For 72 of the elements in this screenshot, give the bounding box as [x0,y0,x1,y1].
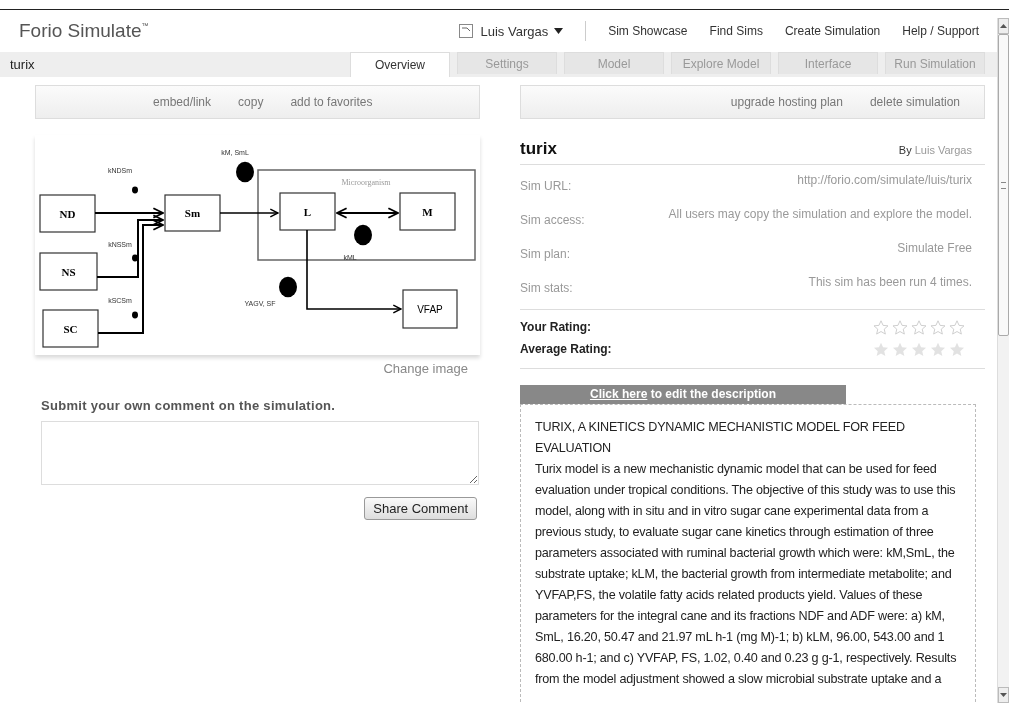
rate-dot-icon [354,224,372,246]
rate-dot-icon [132,254,138,262]
action-link[interactable]: copy [238,95,264,109]
description-text: Turix model is a new mechanistic dynamic model that can be used for feed evaluation under tropical conditions. The objective of this study was to use this model, along with in situ and in vitro sugar cane experimental data from a previous study, to evaluate sugar cane kinetics through estimation of three parameters associated with ruminal bacterial growth which were: kM,SmL, the substrate uptake; kLM, the bacterial growth from intermediate metabolite; and YVFAP,FS, the volatile fatty acids related products yield. Values of these parameters for the integral cane and its fractions NDF and ADF were: a) kM, SmL, 16.20, 50.47 and 21.97 mL h-1 (mg M)-1; b) kLM, 96.00, 543.00 and 1 680.00 h-1; and c) YVFAP, FS, 1.02, 0.40 and 0.23 g g-1, respectively. Results from the model adjustment showed a slow microbial substrate uptake and a [535,461,957,688]
user-menu[interactable]: Luis Vargas [480,23,564,39]
star-icon [949,319,965,335]
star-icon [892,341,908,357]
rate-dot-icon [132,311,138,319]
field-label: Sim stats: [520,280,573,297]
scroll-down-icon [1000,693,1007,697]
tab[interactable]: Run Simulation [885,52,985,74]
edit-description-text: to edit the description [649,387,776,401]
comment-field[interactable] [41,421,479,485]
tab[interactable]: Interface [778,52,878,74]
tab[interactable]: Overview [350,52,450,77]
scroll-up-icon [1000,24,1007,28]
rating-label: Your Rating: [520,320,592,334]
frame-label: Microorganism [341,178,391,187]
rate-dot-icon [279,276,297,298]
share-comment-button[interactable]: Share Comment [364,497,477,520]
action-link[interactable]: delete simulation [869,95,960,109]
field-value: This sim has been run 4 times. [808,275,972,291]
nav-link[interactable]: Help / Support [902,24,979,38]
field-label: Sim plan: [520,246,571,263]
diagram-node: NS [39,252,98,291]
star-icon [873,319,889,335]
action-link[interactable]: embed/link [153,95,212,109]
field-label: Sim access: [520,212,585,229]
logo[interactable]: Forio Simulate$^{™}$ [19,20,149,42]
change-image-link[interactable]: Change image [383,361,468,376]
field-value: http://forio.com/simulate/luis/turix [797,173,972,189]
field-value: All users may copy the simulation and explore the model. [668,207,972,223]
diagram-node: M [399,192,456,231]
diagram-node: VFAP [402,289,458,329]
star-icon [873,341,889,357]
star-icon [911,319,927,335]
by-label: By [898,144,912,156]
user-card-icon [459,24,474,38]
author-link[interactable]: Luis Vargas [914,144,972,156]
nav-link[interactable]: Sim Showcase [608,24,688,38]
sim-name: turix [10,57,35,72]
nav-link[interactable]: Find Sims [709,24,763,38]
description-heading: TURIX, A KINETICS DYNAMIC MECHANISTIC MODEL FOR FEED EVALUATION [535,419,906,457]
diagram-node: L [279,192,336,231]
star-icon [949,341,965,357]
star-icon [930,319,946,335]
rate-dot-icon [132,186,138,194]
tab[interactable]: Explore Model [671,52,771,74]
diagram-node: Sm [164,194,221,232]
star-icon [911,341,927,357]
field-value: Simulate Free [897,241,972,257]
comment-prompt: Submit your own comment on the simulation. [41,398,337,413]
action-link[interactable]: upgrade hosting plan [730,95,843,109]
tab[interactable]: Settings [457,52,557,74]
star-rating[interactable] [873,341,965,357]
scrollbar[interactable] [997,18,1009,703]
diagram-node: ND [39,194,96,233]
arrow [336,207,399,219]
tab[interactable]: Model [564,52,664,74]
diagram-node: SC [42,309,99,348]
star-icon [892,319,908,335]
rate-dot-icon [236,161,254,183]
nav-link[interactable]: Create Simulation [784,24,881,38]
sim-title: turix [520,139,557,159]
star-icon [930,341,946,357]
caret-icon [554,28,564,34]
star-rating[interactable] [873,319,965,335]
action-link[interactable]: add to favorites [290,95,373,109]
rating-label: Average Rating: [520,342,612,356]
edit-description-link[interactable]: Click here [589,387,648,401]
arrow [219,208,279,218]
field-label: Sim URL: [520,178,572,195]
